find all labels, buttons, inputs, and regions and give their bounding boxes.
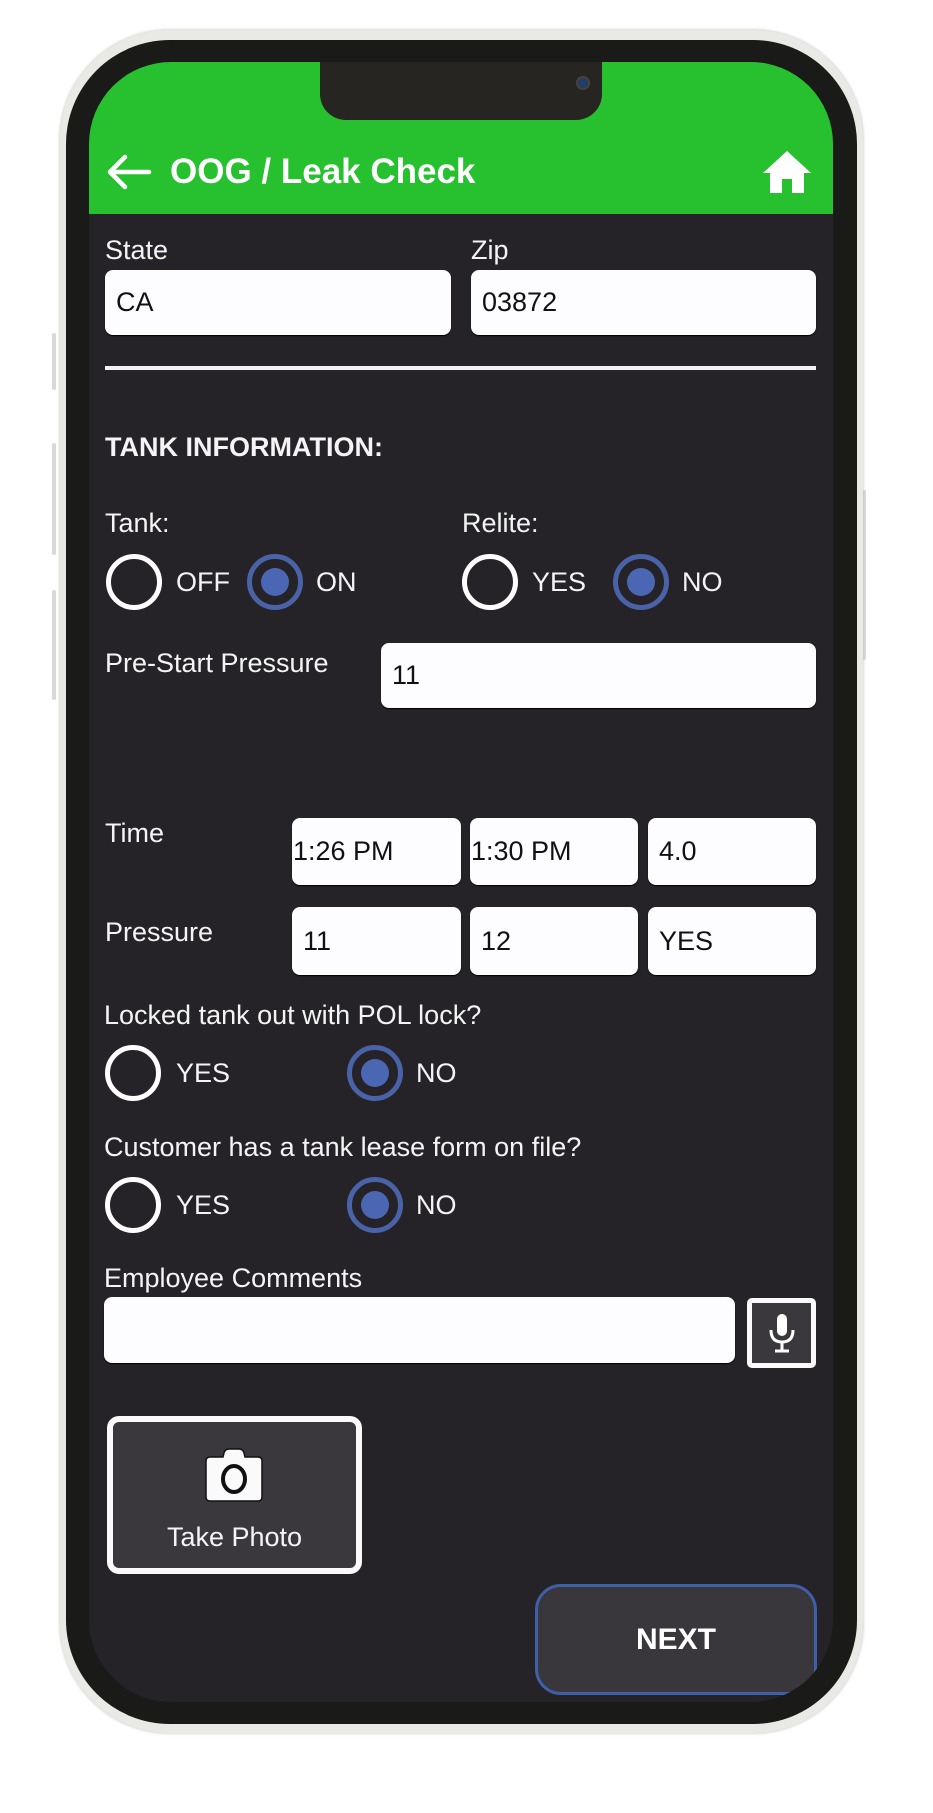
section-divider: [105, 366, 816, 370]
state-label: State: [105, 235, 169, 265]
page-title: OOG / Leak Check: [170, 152, 476, 191]
tank-lease-yes-label: YES: [176, 1190, 231, 1220]
home-button[interactable]: [761, 146, 813, 198]
phone-mute-switch: [52, 333, 56, 390]
home-icon: [763, 151, 811, 193]
time-end-field[interactable]: 1:30 PM: [470, 818, 638, 885]
pre-start-pressure-label: Pre-Start Pressure: [105, 648, 329, 678]
arrow-left-icon: [107, 154, 152, 190]
pol-lock-no-label: NO: [416, 1058, 457, 1088]
relite-yes-label: YES: [532, 567, 587, 597]
take-photo-button[interactable]: Take Photo: [107, 1416, 362, 1574]
tank-on-label: ON: [316, 567, 357, 597]
pressure-start-field[interactable]: 11: [292, 907, 461, 975]
tank-off-radio[interactable]: [106, 554, 162, 610]
zip-label: Zip: [471, 235, 509, 265]
relite-no-label: NO: [682, 567, 723, 597]
tank-off-label: OFF: [176, 567, 230, 597]
tank-information-heading: TANK INFORMATION:: [105, 432, 383, 462]
state-field[interactable]: CA: [105, 270, 451, 335]
employee-comments-field[interactable]: [104, 1297, 735, 1363]
voice-input-button[interactable]: [747, 1298, 816, 1368]
pol-lock-yes-label: YES: [176, 1058, 231, 1088]
tank-lease-question: Customer has a tank lease form on file?: [104, 1132, 582, 1162]
app-screen: OOG / Leak Check State CA Zip 03872 TANK…: [89, 62, 833, 1702]
pressure-held-field[interactable]: YES: [648, 907, 816, 975]
employee-comments-label: Employee Comments: [104, 1263, 363, 1293]
pressure-end-field[interactable]: 12: [470, 907, 638, 975]
next-button[interactable]: NEXT: [535, 1584, 817, 1695]
phone-volume-up-button: [52, 443, 56, 555]
pol-lock-no-radio[interactable]: [347, 1045, 403, 1101]
relite-label: Relite:: [462, 508, 539, 538]
pressure-row-label: Pressure: [105, 917, 214, 947]
relite-no-radio[interactable]: [613, 554, 669, 610]
time-row-label: Time: [105, 818, 164, 848]
take-photo-label: Take Photo: [166, 1522, 303, 1552]
time-start-field[interactable]: 1:26 PM: [292, 818, 461, 885]
back-button[interactable]: [105, 148, 153, 196]
front-camera: [576, 76, 590, 90]
pre-start-pressure-field[interactable]: 11: [381, 643, 816, 708]
pol-lock-yes-radio[interactable]: [105, 1045, 161, 1101]
phone-volume-down-button: [52, 590, 56, 700]
zip-field[interactable]: 03872: [471, 270, 816, 335]
camera-icon: [205, 1448, 263, 1502]
microphone-icon: [769, 1314, 794, 1353]
tank-on-radio[interactable]: [247, 554, 303, 610]
tank-lease-no-radio[interactable]: [347, 1177, 403, 1233]
relite-yes-radio[interactable]: [462, 554, 518, 610]
phone-notch: [320, 62, 602, 120]
tank-lease-yes-radio[interactable]: [105, 1177, 161, 1233]
tank-label: Tank:: [105, 508, 170, 538]
tank-lease-no-label: NO: [416, 1190, 457, 1220]
pol-lock-question: Locked tank out with POL lock?: [104, 1000, 482, 1030]
time-held-field[interactable]: 4.0: [648, 818, 816, 885]
